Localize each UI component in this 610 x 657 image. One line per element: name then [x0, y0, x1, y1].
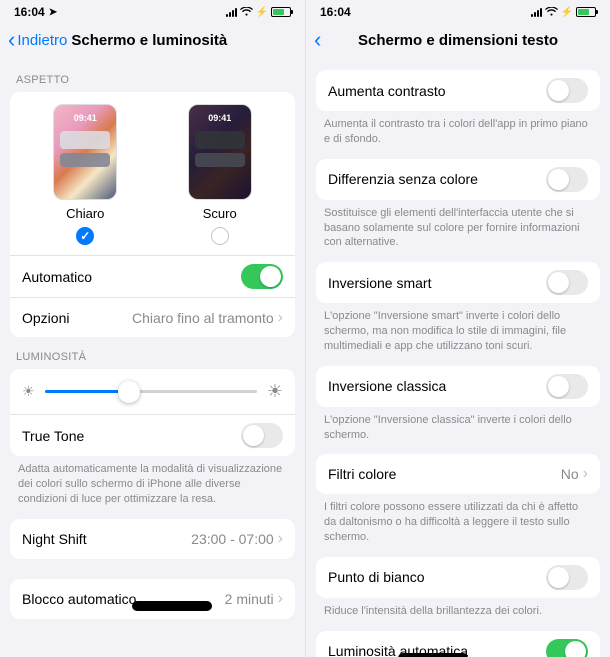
- row-automatic: Automatico: [10, 255, 295, 297]
- redaction-bar: [132, 601, 212, 611]
- light-thumbnail: 09:41: [53, 104, 117, 200]
- colorfilt-description: I filtri colore possono essere utilizzat…: [306, 494, 610, 557]
- row-autolock[interactable]: Blocco automatico 2 minuti›: [10, 579, 295, 619]
- cellular-icon: [531, 7, 542, 17]
- truetone-toggle[interactable]: [241, 423, 283, 448]
- sun-large-icon: ☀: [267, 381, 283, 402]
- cellular-icon: [226, 7, 237, 17]
- status-time: 16:04: [320, 5, 351, 19]
- row-differentiate-color: Differenzia senza colore: [316, 159, 600, 200]
- wifi-icon: [545, 7, 558, 17]
- brightness-slider-row: ☀ ☀: [10, 369, 295, 414]
- nightshift-card: Night Shift 23:00 - 07:00›: [10, 519, 295, 559]
- location-icon: ➤: [49, 7, 57, 18]
- automatic-toggle[interactable]: [241, 264, 283, 289]
- diffcolor-toggle[interactable]: [546, 167, 588, 192]
- autolock-card: Blocco automatico 2 minuti›: [10, 579, 295, 619]
- section-header-luminosita: LUMINOSITÀ: [0, 337, 305, 369]
- appearance-option-dark[interactable]: 09:41 Scuro: [188, 104, 252, 245]
- truetone-label: True Tone: [22, 428, 84, 444]
- status-time: 16:04: [14, 5, 45, 19]
- whitepoint-label: Punto di bianco: [328, 569, 425, 585]
- navbar: ‹ Schermo e dimensioni testo: [306, 20, 610, 60]
- screen-display-text-size: 16:04 ⚡ ‹ Schermo e dimensioni testo Aum…: [305, 0, 610, 657]
- colorfilt-label: Filtri colore: [328, 466, 396, 482]
- light-label: Chiaro: [66, 206, 104, 221]
- section-header-aspetto: ASPETTO: [0, 60, 305, 92]
- charging-icon: ⚡: [256, 7, 268, 18]
- row-options[interactable]: Opzioni Chiaro fino al tramonto›: [10, 297, 295, 337]
- colorfilt-value: No: [561, 466, 579, 482]
- brightness-card: ☀ ☀ True Tone: [10, 369, 295, 456]
- wifi-icon: [240, 7, 253, 17]
- light-radio-selected[interactable]: [76, 227, 94, 245]
- diffcolor-label: Differenzia senza colore: [328, 171, 478, 187]
- contrast-description: Aumenta il contrasto tra i colori dell'a…: [306, 111, 610, 159]
- smartinv-label: Inversione smart: [328, 275, 431, 291]
- automatic-label: Automatico: [22, 269, 92, 285]
- status-bar: 16:04 ➤ ⚡: [0, 0, 305, 20]
- options-value: Chiaro fino al tramonto: [132, 310, 274, 326]
- brightness-slider[interactable]: [45, 390, 257, 393]
- nightshift-label: Night Shift: [22, 531, 87, 547]
- row-auto-brightness: Luminosità automatica: [316, 631, 600, 657]
- battery-icon: [576, 7, 596, 17]
- dark-thumbnail: 09:41: [188, 104, 252, 200]
- nightshift-value: 23:00 - 07:00: [191, 531, 274, 547]
- charging-icon: ⚡: [561, 7, 573, 18]
- row-classic-invert: Inversione classica: [316, 366, 600, 407]
- chevron-right-icon: ›: [278, 531, 283, 547]
- chevron-right-icon: ›: [278, 591, 283, 607]
- page-title: Schermo e dimensioni testo: [306, 32, 610, 49]
- smartinv-description: L'opzione "Inversione smart" inverte i c…: [306, 303, 610, 366]
- battery-icon: [271, 7, 291, 17]
- back-button[interactable]: ‹ Indietro: [8, 29, 67, 51]
- autobright-toggle[interactable]: [546, 639, 588, 657]
- whitepoint-description: Riduce l'intensità della brillantezza de…: [306, 598, 610, 631]
- chevron-right-icon: ›: [278, 310, 283, 326]
- autolock-value: 2 minuti: [225, 591, 274, 607]
- dark-radio-unselected[interactable]: [211, 227, 229, 245]
- autolock-label: Blocco automatico: [22, 591, 136, 607]
- diffcolor-description: Sostituisce gli elementi dell'interfacci…: [306, 200, 610, 263]
- redaction-bar: [398, 653, 468, 657]
- smartinv-toggle[interactable]: [546, 270, 588, 295]
- chevron-left-icon: ‹: [8, 29, 15, 51]
- row-color-filters[interactable]: Filtri colore No›: [316, 454, 600, 494]
- row-nightshift[interactable]: Night Shift 23:00 - 07:00›: [10, 519, 295, 559]
- whitepoint-toggle[interactable]: [546, 565, 588, 590]
- sun-small-icon: ☀: [22, 383, 35, 400]
- contrast-label: Aumenta contrasto: [328, 83, 446, 99]
- dark-label: Scuro: [203, 206, 237, 221]
- row-truetone: True Tone: [10, 414, 295, 456]
- back-label: Indietro: [17, 32, 67, 49]
- chevron-right-icon: ›: [583, 466, 588, 482]
- row-smart-invert: Inversione smart: [316, 262, 600, 303]
- appearance-card: 09:41 Chiaro 09:41 Scuro Automatico: [10, 92, 295, 337]
- truetone-description: Adatta automaticamente la modalità di vi…: [0, 456, 305, 519]
- classicinv-label: Inversione classica: [328, 378, 446, 394]
- status-bar: 16:04 ⚡: [306, 0, 610, 20]
- appearance-option-light[interactable]: 09:41 Chiaro: [53, 104, 117, 245]
- page-title: Schermo e luminosità: [71, 32, 227, 49]
- chevron-left-icon: ‹: [314, 29, 321, 51]
- screen-display-brightness: 16:04 ➤ ⚡ ‹ Indietro Schermo e luminosit…: [0, 0, 305, 657]
- contrast-toggle[interactable]: [546, 78, 588, 103]
- row-increase-contrast: Aumenta contrasto: [316, 70, 600, 111]
- classicinv-toggle[interactable]: [546, 374, 588, 399]
- navbar: ‹ Indietro Schermo e luminosità: [0, 20, 305, 60]
- back-button[interactable]: ‹: [314, 29, 323, 51]
- options-label: Opzioni: [22, 310, 69, 326]
- classicinv-description: L'opzione "Inversione classica" inverte …: [306, 407, 610, 455]
- row-white-point: Punto di bianco: [316, 557, 600, 598]
